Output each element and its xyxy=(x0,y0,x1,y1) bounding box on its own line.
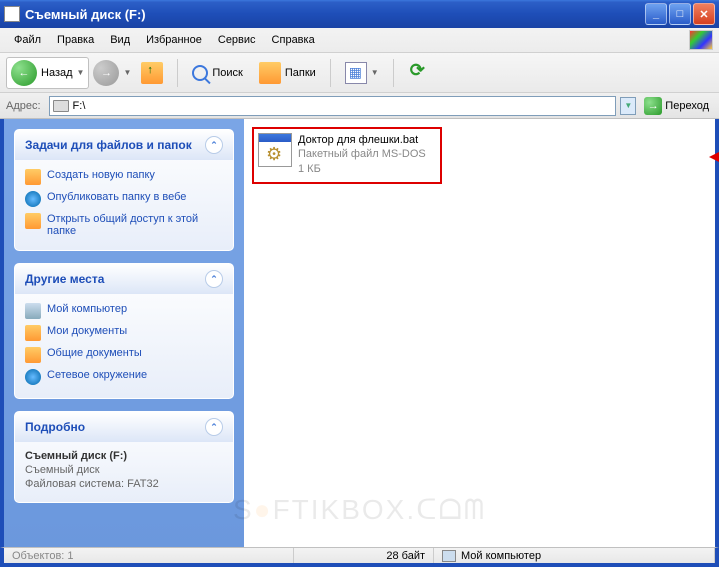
address-label: Адрес: xyxy=(6,100,41,112)
views-icon xyxy=(345,62,367,84)
back-dropdown-icon[interactable]: ▼ xyxy=(77,68,85,77)
close-button[interactable]: ✕ xyxy=(693,3,715,25)
tasks-panel: Задачи для файлов и папок ⌃ Создать нову… xyxy=(14,129,234,251)
menu-tools[interactable]: Сервис xyxy=(210,31,264,49)
documents-icon xyxy=(25,325,41,341)
refresh-icon xyxy=(408,62,430,84)
go-button[interactable]: → Переход xyxy=(640,95,713,117)
address-value: F:\ xyxy=(73,100,86,112)
separator xyxy=(393,59,394,87)
place-label: Мой компьютер xyxy=(47,303,127,315)
details-filesystem: Файловая система: FAT32 xyxy=(25,478,223,490)
places-panel: Другие места ⌃ Мой компьютер Мои докумен… xyxy=(14,263,234,399)
menu-view[interactable]: Вид xyxy=(102,31,138,49)
refresh-button[interactable] xyxy=(402,58,436,88)
maximize-button[interactable]: □ xyxy=(669,3,691,25)
menu-bar: Файл Правка Вид Избранное Сервис Справка xyxy=(0,28,719,53)
new-folder-icon xyxy=(25,169,41,185)
menu-favorites[interactable]: Избранное xyxy=(138,31,210,49)
tasks-panel-header[interactable]: Задачи для файлов и папок ⌃ xyxy=(15,130,233,160)
file-size: 1 КБ xyxy=(298,162,426,176)
search-button[interactable]: Поиск xyxy=(186,61,248,85)
go-label: Переход xyxy=(665,100,709,112)
content-area: Задачи для файлов и папок ⌃ Создать нову… xyxy=(0,119,719,547)
file-list-area[interactable]: Доктор для флешки.bat Пакетный файл MS-D… xyxy=(244,119,715,547)
search-icon xyxy=(192,65,208,81)
status-location: Мой компьютер xyxy=(434,548,715,563)
menu-file[interactable]: Файл xyxy=(6,31,49,49)
task-share[interactable]: Открыть общий доступ к этой папке xyxy=(25,210,223,240)
folders-icon xyxy=(259,62,281,84)
bat-file-icon xyxy=(258,133,292,167)
collapse-icon: ⌃ xyxy=(205,136,223,154)
share-icon xyxy=(25,213,41,229)
places-panel-title: Другие места xyxy=(25,272,104,286)
window-titlebar: Съемный диск (F:) _ □ ✕ xyxy=(0,0,719,28)
toolbar: ← Назад ▼ → ▼ Поиск Папки ▼ xyxy=(0,53,719,93)
task-label: Открыть общий доступ к этой папке xyxy=(47,213,223,237)
drive-icon xyxy=(53,100,69,112)
details-name: Съемный диск (F:) xyxy=(25,450,223,462)
place-label: Сетевое окружение xyxy=(47,369,147,381)
window-title: Съемный диск (F:) xyxy=(25,7,146,22)
task-label: Создать новую папку xyxy=(47,169,155,181)
place-network[interactable]: Сетевое окружение xyxy=(25,366,223,388)
menu-edit[interactable]: Правка xyxy=(49,31,102,49)
computer-icon xyxy=(442,550,456,562)
separator xyxy=(177,59,178,87)
windows-flag-icon xyxy=(689,30,713,50)
address-dropdown-button[interactable]: ▼ xyxy=(620,97,636,115)
task-publish[interactable]: Опубликовать папку в вебе xyxy=(25,188,223,210)
network-icon xyxy=(25,369,41,385)
file-item[interactable]: Доктор для флешки.bat Пакетный файл MS-D… xyxy=(252,127,442,184)
places-panel-header[interactable]: Другие места ⌃ xyxy=(15,264,233,294)
publish-icon xyxy=(25,191,41,207)
place-label: Общие документы xyxy=(47,347,142,359)
folder-up-icon xyxy=(141,62,163,84)
minimize-button[interactable]: _ xyxy=(645,3,667,25)
collapse-icon: ⌃ xyxy=(205,270,223,288)
status-objects: Объектов: 1 xyxy=(4,548,294,563)
separator xyxy=(330,59,331,87)
details-type: Съемный диск xyxy=(25,464,223,476)
task-label: Опубликовать папку в вебе xyxy=(47,191,186,203)
computer-icon xyxy=(25,303,41,319)
status-size: 28 байт xyxy=(294,548,434,563)
views-dropdown-icon: ▼ xyxy=(371,68,379,77)
tasks-panel-title: Задачи для файлов и папок xyxy=(25,138,192,152)
search-label: Поиск xyxy=(212,67,242,79)
views-button[interactable]: ▼ xyxy=(339,58,385,88)
back-arrow-icon: ← xyxy=(11,60,37,86)
menu-help[interactable]: Справка xyxy=(264,31,323,49)
details-panel-header[interactable]: Подробно ⌃ xyxy=(15,412,233,442)
forward-button[interactable]: → xyxy=(93,60,119,86)
go-arrow-icon: → xyxy=(644,97,662,115)
file-type: Пакетный файл MS-DOS xyxy=(298,147,426,161)
place-label: Мои документы xyxy=(47,325,127,337)
status-location-text: Мой компьютер xyxy=(461,550,541,562)
shared-docs-icon xyxy=(25,347,41,363)
place-shared-documents[interactable]: Общие документы xyxy=(25,344,223,366)
up-button[interactable] xyxy=(135,58,169,88)
annotation-arrow xyxy=(709,147,719,167)
side-panel: Задачи для файлов и папок ⌃ Создать нову… xyxy=(4,119,244,547)
details-panel: Подробно ⌃ Съемный диск (F:) Съемный дис… xyxy=(14,411,234,503)
task-new-folder[interactable]: Создать новую папку xyxy=(25,166,223,188)
file-name: Доктор для флешки.bat xyxy=(298,133,426,147)
back-label: Назад xyxy=(41,67,73,79)
status-bar: Объектов: 1 28 байт Мой компьютер xyxy=(0,547,719,567)
drive-icon xyxy=(4,6,20,22)
folders-button[interactable]: Папки xyxy=(253,58,322,88)
place-my-computer[interactable]: Мой компьютер xyxy=(25,300,223,322)
place-my-documents[interactable]: Мои документы xyxy=(25,322,223,344)
back-button[interactable]: ← Назад ▼ xyxy=(6,57,89,89)
address-bar: Адрес: F:\ ▼ → Переход xyxy=(0,93,719,119)
details-panel-title: Подробно xyxy=(25,420,85,434)
collapse-icon: ⌃ xyxy=(205,418,223,436)
address-input[interactable]: F:\ xyxy=(49,96,617,116)
folders-label: Папки xyxy=(285,67,316,79)
forward-dropdown-icon[interactable]: ▼ xyxy=(123,68,131,77)
